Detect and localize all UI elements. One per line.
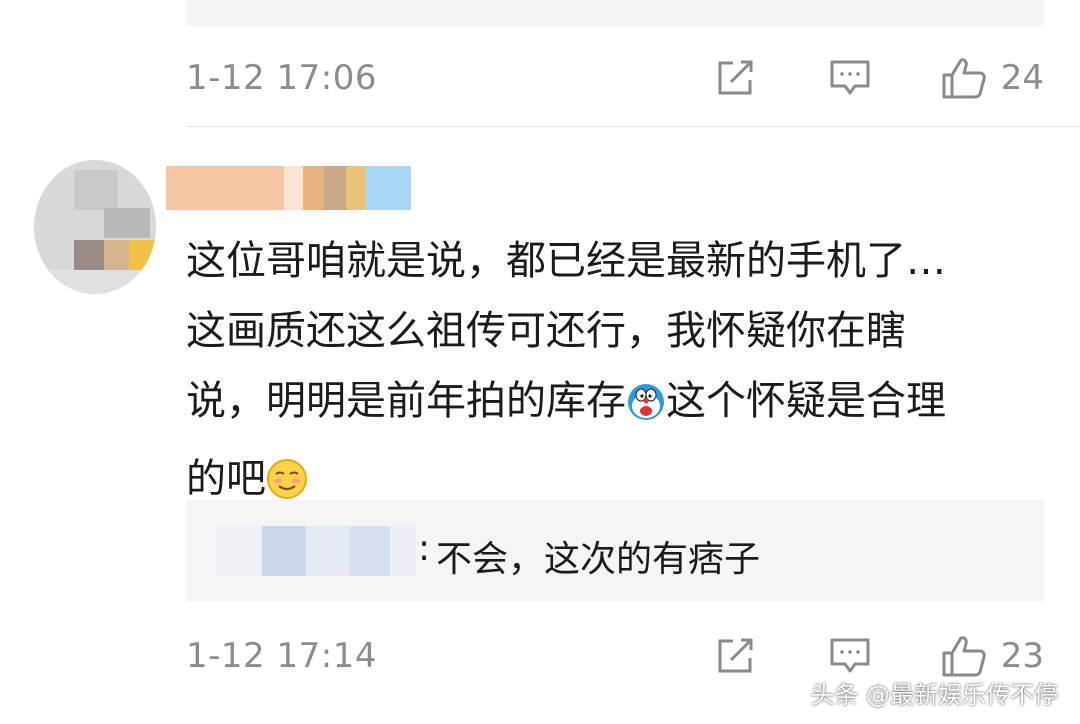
doraemon-icon (626, 374, 666, 444)
reply-box[interactable]: : 不会，这次的有痞子 (186, 500, 1044, 602)
share-button[interactable] (715, 58, 757, 98)
reply-button[interactable] (829, 58, 871, 98)
reply-text: 不会，这次的有痞子 (436, 539, 761, 580)
avatar[interactable] (34, 160, 156, 294)
comment-line: 这画质还这么祖传可还行，我怀疑你在瞎 (186, 308, 906, 354)
thumbs-up-icon (942, 636, 986, 677)
share-icon (718, 638, 753, 673)
thumbs-up-icon (942, 58, 986, 99)
comment-timestamp: 1-12 17:14 (186, 636, 377, 676)
like-button[interactable]: 23 (941, 634, 1044, 678)
like-button[interactable]: 24 (941, 56, 1044, 100)
comment-actions: 23 (715, 634, 1044, 678)
comment-icon (830, 60, 870, 95)
comment-icon (830, 638, 870, 673)
quoted-reply-background (186, 0, 1044, 26)
like-count: 23 (1000, 636, 1044, 676)
previous-comment-actions: 24 (715, 56, 1044, 100)
comment-line-segment: 说，明明是前年拍的库存 (186, 378, 626, 424)
reply-username[interactable] (216, 526, 416, 576)
previous-comment-meta: 1-12 17:06 24 (186, 48, 1044, 108)
like-count: 24 (1000, 58, 1044, 98)
reply-button[interactable] (829, 636, 871, 676)
watermark: 头条 @最新娱乐传不停 (810, 681, 1058, 709)
share-button[interactable] (715, 636, 757, 676)
reply-colon: : (418, 528, 431, 569)
previous-comment-timestamp: 1-12 17:06 (186, 58, 377, 98)
comment-line-segment: 这个怀疑是合理 (666, 378, 946, 424)
comment-line-segment: 的吧 (186, 456, 266, 502)
share-icon (718, 60, 753, 95)
comment-body: 这位哥咱就是说，都已经是最新的手机了… 这画质还这么祖传可还行，我怀疑你在瞎 说… (186, 226, 1056, 522)
comment-divider (186, 126, 1080, 127)
username[interactable] (166, 166, 412, 210)
comment-line: 这位哥咱就是说，都已经是最新的手机了… (186, 238, 946, 284)
comment-line: 说，明明是前年拍的库存 这个怀疑是合理 (186, 366, 1056, 444)
